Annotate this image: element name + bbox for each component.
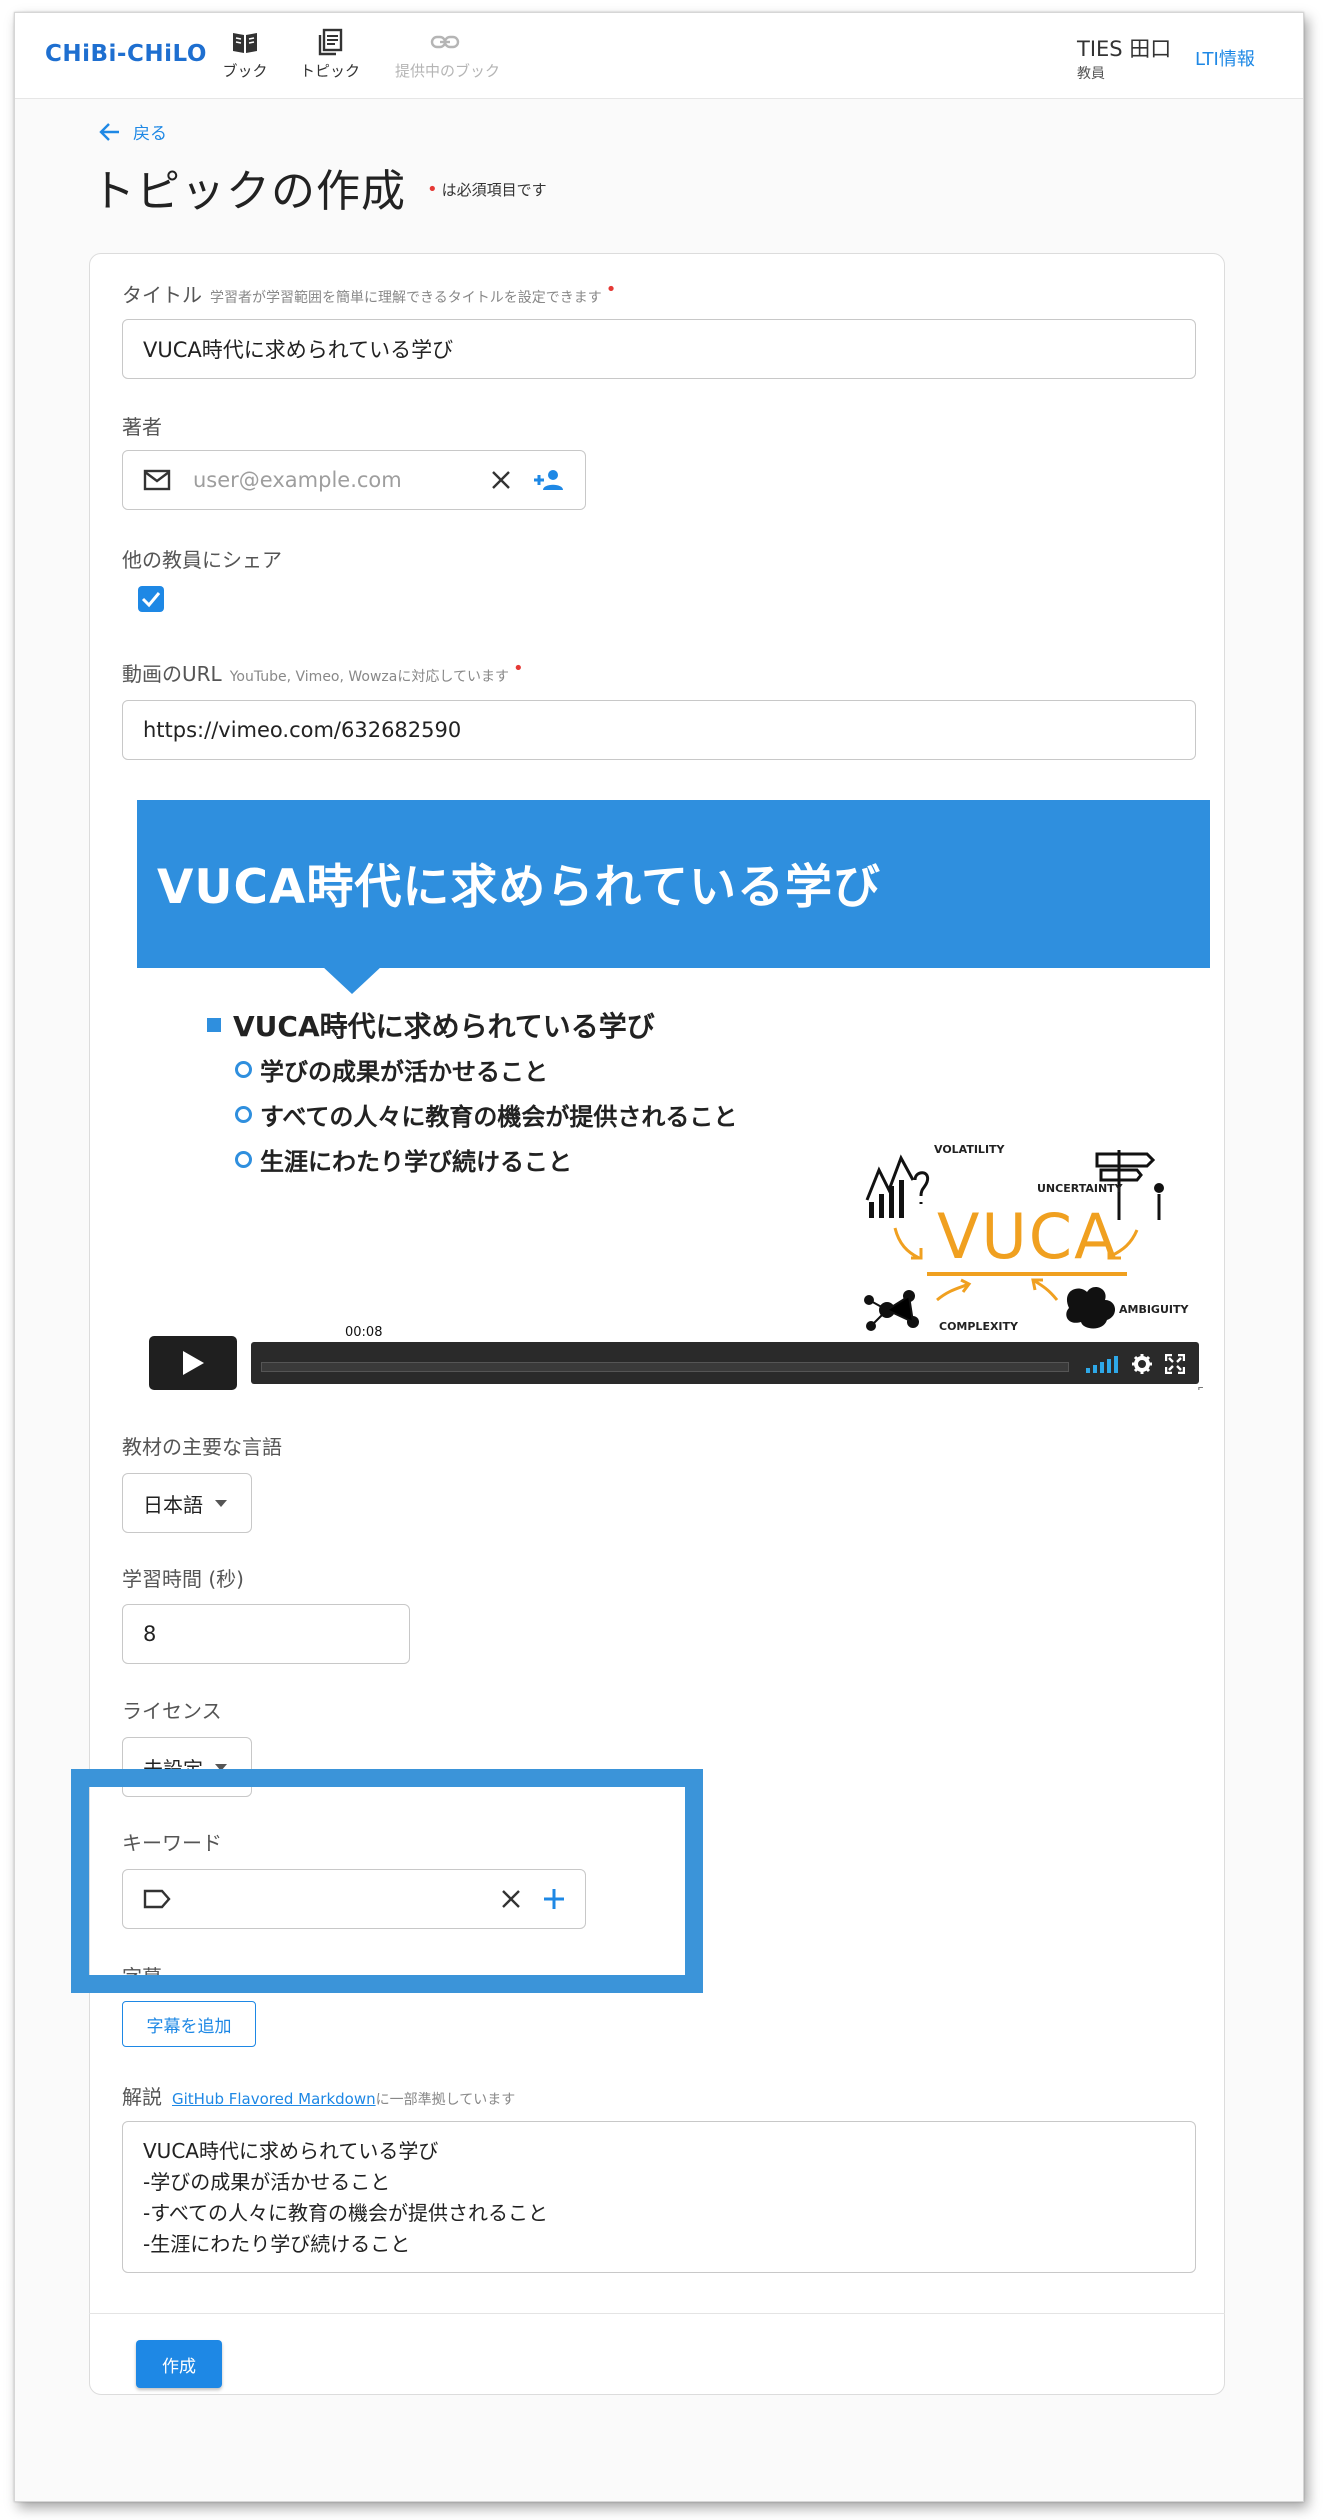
app-logo[interactable]: CHiBi-CHiLO [45,41,207,67]
annotation-highlight-box [71,1769,703,1993]
description-line: VUCA時代に求められている学び [143,2139,439,2163]
nav-book[interactable]: ブック [200,27,290,81]
language-select-value: 日本語 [143,1492,203,1517]
video-slide-title: VUCA時代に求められている学び [157,860,881,915]
video-url-input[interactable]: https://vimeo.com/632682590 [122,700,1196,760]
video-time: 00:08 [341,1324,387,1341]
arrow-left-icon [99,122,119,141]
video-url-label: 動画のURL YouTube, Vimeo, Wowzaに対応しています • [122,658,524,686]
video-corner-number: 5 [1197,1385,1205,1390]
back-label: 戻る [133,124,167,144]
vuca-label-ambiguity: AMBIGUITY [1119,1303,1189,1316]
nav-published-books: 提供中のブック [395,27,501,81]
title-label: タイトル 学習者が学習範囲を簡単に理解できるタイトルを設定できます • [122,279,617,307]
volume-bars-icon[interactable] [1085,1354,1121,1374]
add-author-button[interactable] [533,468,565,492]
video-bullet-sub: 学びの成果が活かせること [235,1052,548,1087]
video-bullet-sub: すべての人々に教育の機会が提供されること [235,1097,737,1132]
description-label: 解説 GitHub Flavored Markdownに一部準拠しています [122,2085,516,2109]
card-footer-divider [89,2313,1225,2314]
language-label: 教材の主要な言語 [122,1435,282,1459]
share-label: 他の教員にシェア [122,548,282,572]
person-add-icon [534,470,563,490]
add-subtitle-button[interactable]: 字幕を追加 [122,2001,256,2047]
page-title: トピックの作成 [91,166,406,217]
author-input-placeholder[interactable]: user@example.com [193,468,469,492]
book-icon [233,33,257,53]
close-icon [492,471,510,489]
caret-down-icon [215,1499,227,1507]
language-select[interactable]: 日本語 [122,1473,252,1533]
share-checkbox[interactable] [138,586,164,612]
back-link[interactable]: 戻る [99,119,167,144]
video-progress-bar[interactable]: 00:08 [251,1324,1199,1384]
fullscreen-icon[interactable] [1165,1354,1185,1374]
vuca-label-uncertainty: UNCERTAINTY [1037,1182,1123,1195]
vuca-word: VUCA [937,1200,1119,1273]
nav-topic[interactable]: トピック [285,27,375,81]
app-bar: CHiBi-CHiLO ブック トピック 提供中のブック TIES 田口 教員 … [15,13,1303,99]
video-controls: 00:08 [149,1324,1199,1390]
description-line: -すべての人々に教育の機会が提供されること [143,2201,549,2225]
topic-list-icon [318,28,343,56]
description-line: -生涯にわたり学び続けること [143,2232,411,2256]
video-banner: VUCA時代に求められている学び [137,800,1210,968]
video-player[interactable]: VUCA時代に求められている学び VUCA時代に求められている学び 学びの成果が… [137,800,1210,1390]
vuca-label-volatility: VOLATILITY [934,1143,1005,1156]
duration-label: 学習時間 (秒) [122,1567,244,1591]
lti-info-link[interactable]: LTI情報 [1195,45,1255,71]
mail-icon [143,469,171,491]
license-label: ライセンス [122,1699,222,1723]
duration-input[interactable]: 8 [122,1604,410,1664]
required-note: • は必須項目です [427,179,547,200]
nav-published-books-label: 提供中のブック [395,62,501,80]
gear-icon[interactable] [1131,1353,1153,1375]
video-banner-pointer [322,966,382,994]
play-icon [183,1351,204,1375]
user-role: 教員 [1077,66,1105,82]
author-field[interactable]: user@example.com [122,450,586,510]
nav-book-label: ブック [222,62,268,80]
author-clear-button[interactable] [491,470,511,490]
description-line: -学びの成果が活かせること [143,2170,391,2194]
video-bullet-sub: 生涯にわたり学び続けること [235,1142,572,1177]
title-input[interactable]: VUCA時代に求められている学び [122,319,1196,379]
description-textarea[interactable]: VUCA時代に求められている学び -学びの成果が活かせること -すべての人々に教… [122,2121,1196,2273]
markdown-link[interactable]: GitHub Flavored Markdown [172,2090,376,2108]
video-bullet-main: VUCA時代に求められている学び [207,1005,655,1045]
link-icon [430,35,460,49]
play-button[interactable] [149,1336,237,1390]
nav-topic-label: トピック [299,62,360,80]
create-button[interactable]: 作成 [136,2340,222,2388]
vuca-label-complexity: COMPLEXITY [939,1320,1018,1333]
browser-window: CHiBi-CHiLO ブック トピック 提供中のブック TIES 田口 教員 … [14,12,1304,2502]
video-progress-track[interactable] [261,1362,1069,1372]
user-name: TIES 田口 [1077,37,1172,61]
vuca-underline [927,1272,1127,1276]
check-icon [141,592,161,608]
author-label: 著者 [122,415,162,439]
